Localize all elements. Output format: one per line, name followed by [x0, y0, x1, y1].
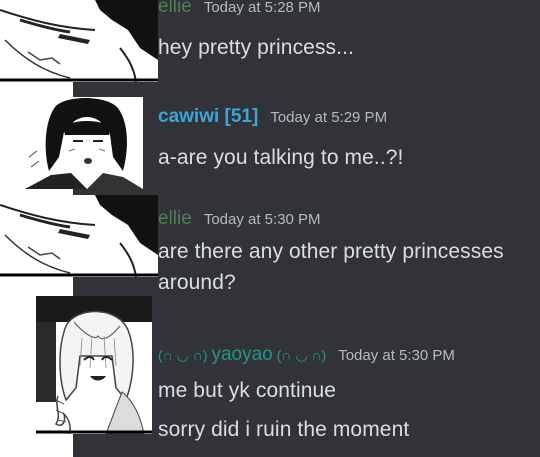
- ellie-manga-avatar-icon: [0, 0, 158, 82]
- yaoyao-manga-avatar-icon: [36, 296, 152, 434]
- cawiwi-avatar[interactable]: [25, 97, 143, 189]
- message-text: a-are you talking to me..?!: [158, 146, 404, 169]
- message-header: cawiwi [51] Today at 5:29 PM: [158, 106, 387, 128]
- username[interactable]: yaoyao: [211, 344, 272, 366]
- screenshot-canvas: ellie Today at 5:28 PM hey pretty prince…: [0, 0, 540, 457]
- username-prefix: (∩ ◡ ∩): [158, 347, 208, 363]
- message-header: (∩ ◡ ∩) yaoyao (∩ ◡ ∩) Today at 5:30 PM: [158, 344, 455, 366]
- yaoyao-avatar[interactable]: [36, 296, 152, 434]
- message-text: me but yk continue: [158, 379, 337, 402]
- message-text: are there any other pretty princesses: [158, 240, 504, 263]
- ellie-manga-avatar-icon-2: [0, 195, 158, 277]
- message-text: around?: [158, 271, 236, 294]
- username[interactable]: ellie: [158, 208, 192, 230]
- message-header: ellie Today at 5:28 PM: [158, 0, 321, 18]
- ellie-avatar[interactable]: [0, 0, 158, 82]
- username-suffix: (∩ ◡ ∩): [276, 347, 327, 363]
- ellie-avatar-2[interactable]: [0, 195, 158, 277]
- timestamp[interactable]: Today at 5:30 PM: [204, 211, 321, 228]
- timestamp[interactable]: Today at 5:30 PM: [338, 347, 455, 364]
- timestamp[interactable]: Today at 5:28 PM: [204, 0, 321, 16]
- username[interactable]: cawiwi [51]: [158, 106, 258, 128]
- message-text: sorry did i ruin the moment: [158, 418, 410, 441]
- username[interactable]: ellie: [158, 0, 192, 18]
- message-text: hey pretty princess...: [158, 36, 354, 59]
- cawiwi-manga-avatar-icon: [25, 97, 143, 189]
- message-header: ellie Today at 5:30 PM: [158, 208, 321, 230]
- timestamp[interactable]: Today at 5:29 PM: [270, 109, 387, 126]
